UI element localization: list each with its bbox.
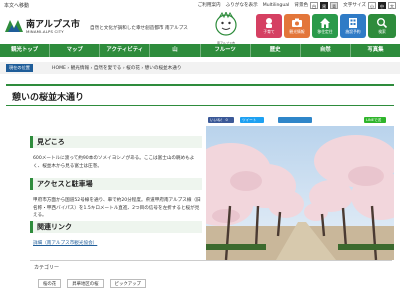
skip-link[interactable]: 本文へ移動 — [4, 2, 29, 9]
related-link[interactable]: 詳細（南アルプス市観光協会） — [33, 240, 203, 248]
font-size-group: 文字サイズ 小 中 大 — [343, 1, 396, 9]
search-icon — [377, 18, 388, 28]
quick-link-label: 施設予約 — [345, 29, 361, 34]
quick-link-childcare[interactable]: 子育て — [256, 14, 282, 38]
font-small-button[interactable]: 小 — [368, 1, 376, 9]
bg-color-group: 背景色 白 黒 青 — [294, 1, 339, 9]
site-header: 南アルプス市 MINAMI-ALPS CITY 自然と文化が調和した幸せ創造都市… — [0, 10, 400, 49]
category-tag[interactable]: 昇華地区の桜 — [67, 279, 104, 288]
nav-photos[interactable]: 写真集 — [351, 44, 400, 57]
bg-blue-button[interactable]: 青 — [330, 1, 339, 9]
bg-white-button[interactable]: 白 — [310, 1, 319, 9]
quick-link-facility[interactable]: 施設予約 — [340, 14, 366, 38]
utility-bar: 本文へ移動 ご利用案内 ふりがなを表示 Multilingual 背景色 白 黒… — [0, 0, 400, 10]
breadcrumb-path[interactable]: HOME › 観光情報 › 自然を愛でる › 桜の花 › 憩いの桜並木通り — [52, 65, 181, 71]
mountain-logo-icon — [5, 20, 23, 32]
section-body-access: 甲府市方面から国道52号線を通り、車で約20分程度。県道甲府南アルプス線（旧名称… — [33, 198, 201, 219]
usage-guide-link[interactable]: ご利用案内 — [198, 2, 221, 8]
font-mid-button[interactable]: 中 — [378, 1, 386, 9]
quick-link-label: 子育て — [263, 29, 275, 34]
quick-link-relocation[interactable]: 移住定住 — [312, 14, 338, 38]
search-button[interactable]: 検索 — [368, 14, 396, 38]
section-heading-access: アクセスと駐車場 — [30, 178, 202, 190]
nav-tourism-top[interactable]: 観光トップ — [0, 44, 51, 57]
category-tags: 桜の花 昇華地区の桜 ピックアップ — [38, 279, 146, 288]
tagline: 自然と文化が調和した幸せ創造都市 南アルプス — [90, 26, 188, 31]
share-button[interactable] — [278, 117, 312, 123]
quick-link-label: 観光情報 — [289, 29, 305, 34]
logo-subtitle: MINAMI-ALPS CITY — [26, 29, 64, 34]
quick-link-label: 移住定住 — [317, 29, 333, 34]
category-title: カテゴリー — [34, 265, 60, 271]
nav-map[interactable]: マップ — [50, 44, 101, 57]
building-icon — [349, 18, 357, 28]
bg-black-button[interactable]: 黒 — [320, 1, 329, 9]
site-logo[interactable]: 南アルプス市 MINAMI-ALPS CITY — [4, 16, 84, 38]
category-tag[interactable]: 桜の花 — [38, 279, 62, 288]
cherry-tree-avenue-image — [206, 126, 394, 260]
search-button-label: 検索 — [378, 29, 386, 34]
multilingual-link[interactable]: Multilingual — [263, 3, 290, 8]
quick-link-tourism[interactable]: 観光情報 — [284, 14, 310, 38]
category-tag[interactable]: ピックアップ — [109, 279, 146, 288]
facebook-like-button[interactable]: いいね！ 0 — [208, 117, 234, 123]
nav-mountain[interactable]: 山 — [150, 44, 201, 57]
section-heading-links: 関連リンク — [30, 221, 202, 233]
nav-history[interactable]: 歴史 — [251, 44, 301, 57]
mascot-emblem-icon — [215, 12, 237, 36]
house-icon — [320, 18, 330, 28]
baby-icon — [266, 18, 272, 28]
tweet-button[interactable]: ツイート — [240, 117, 264, 123]
section-heading-highlights: 見どころ — [30, 136, 202, 148]
font-large-button[interactable]: 大 — [388, 1, 396, 9]
section-body-highlights: 600メートルに渡って約90本のソメイヨシノがある。ここは富士山の眺めもよく、桜… — [33, 156, 195, 169]
current-location-label: 現在の位置 — [6, 64, 33, 72]
furigana-toggle[interactable]: ふりがなを表示 — [226, 2, 258, 8]
page-title-box: 憩いの桜並木通り — [6, 84, 394, 106]
camera-icon — [292, 18, 302, 27]
nav-activity[interactable]: アクティビティ — [100, 44, 151, 57]
page-title: 憩いの桜並木通り — [12, 93, 85, 103]
category-box: カテゴリー 桜の花 昇華地区の桜 ピックアップ — [30, 260, 392, 288]
utility-right: ご利用案内 ふりがなを表示 Multilingual 背景色 白 黒 青 文字サ… — [198, 1, 396, 9]
font-size-label: 文字サイズ — [343, 3, 366, 8]
breadcrumb: 現在の位置 HOME › 観光情報 › 自然を愛でる › 桜の花 › 憩いの桜並… — [0, 62, 400, 74]
nav-nature[interactable]: 自然 — [301, 44, 351, 57]
bg-color-label: 背景色 — [294, 3, 309, 8]
global-nav: 観光トップ マップ アクティビティ 山 フルーツ 歴史 自然 写真集 — [0, 44, 400, 57]
nav-fruits[interactable]: フルーツ — [201, 44, 251, 57]
line-share-button[interactable]: LINEで送る — [364, 117, 386, 128]
cherry-blossom-photo — [206, 126, 394, 260]
